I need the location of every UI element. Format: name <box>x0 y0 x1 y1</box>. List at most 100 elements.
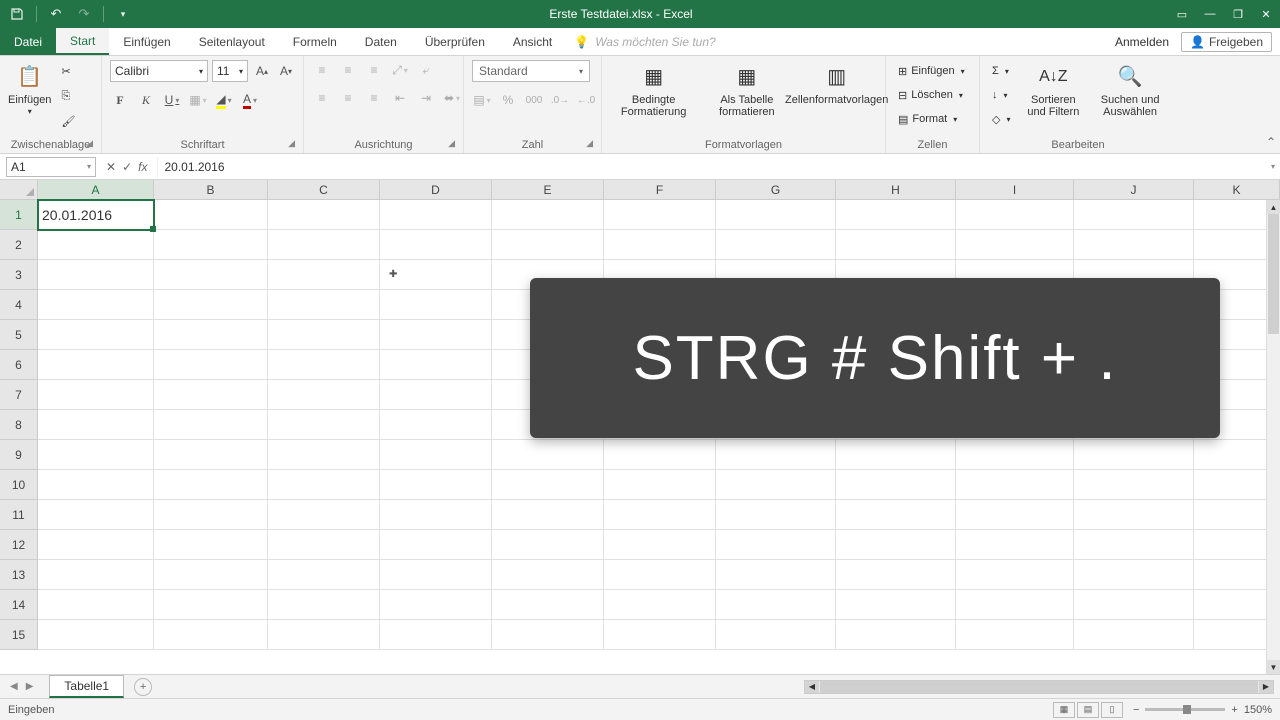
cell[interactable] <box>956 440 1074 470</box>
cell[interactable] <box>1074 230 1194 260</box>
column-header[interactable]: H <box>836 180 956 199</box>
autosum-button[interactable]: Σ▾ <box>988 60 1014 82</box>
add-sheet-button[interactable]: + <box>134 678 152 696</box>
cell[interactable] <box>154 440 268 470</box>
cell[interactable] <box>38 380 154 410</box>
cell[interactable] <box>836 230 956 260</box>
align-left-icon[interactable]: ≡ <box>312 88 332 108</box>
redo-icon[interactable]: ↷ <box>73 3 95 25</box>
cell[interactable] <box>716 500 836 530</box>
border-button[interactable]: ▦ <box>188 90 208 110</box>
expand-formula-bar-icon[interactable]: ▾ <box>1266 162 1280 171</box>
cell[interactable] <box>956 500 1074 530</box>
launcher-icon[interactable]: ◢ <box>448 138 455 149</box>
cell[interactable] <box>380 470 492 500</box>
column-header[interactable]: G <box>716 180 836 199</box>
tab-layout[interactable]: Seitenlayout <box>185 28 279 55</box>
cell[interactable] <box>154 350 268 380</box>
collapse-ribbon-icon[interactable]: ⌃ <box>1266 135 1276 149</box>
cell[interactable] <box>492 590 604 620</box>
cell[interactable] <box>492 440 604 470</box>
cell[interactable] <box>38 230 154 260</box>
maximize-button[interactable]: ❐ <box>1224 0 1252 28</box>
cell[interactable] <box>154 200 268 230</box>
cell[interactable] <box>1074 440 1194 470</box>
cell[interactable] <box>268 500 380 530</box>
cell[interactable] <box>38 620 154 650</box>
sheet-nav-prev-icon[interactable]: ◀ <box>10 681 18 692</box>
cell[interactable]: 20.01.2016 <box>38 200 154 230</box>
wrap-text-icon[interactable]: ⤶ <box>416 60 436 80</box>
formula-input[interactable]: 20.01.2016 <box>157 157 1266 177</box>
cell[interactable] <box>380 260 492 290</box>
horizontal-scrollbar[interactable]: ◀ ▶ <box>804 680 1274 694</box>
cell[interactable] <box>956 590 1074 620</box>
row-header[interactable]: 3 <box>0 260 38 290</box>
cell[interactable] <box>268 410 380 440</box>
cell[interactable] <box>380 350 492 380</box>
merge-icon[interactable]: ⬌ <box>442 88 462 108</box>
cell[interactable] <box>604 440 716 470</box>
cell[interactable] <box>492 530 604 560</box>
tellme-input[interactable]: Was möchten Sie tun? <box>595 35 716 49</box>
cell[interactable] <box>956 620 1074 650</box>
tab-start[interactable]: Start <box>56 28 109 55</box>
undo-icon[interactable]: ↶ <box>45 3 67 25</box>
zoom-out-icon[interactable]: − <box>1133 704 1139 716</box>
ribbon-display-options-icon[interactable]: ▭ <box>1168 0 1196 28</box>
row-header[interactable]: 6 <box>0 350 38 380</box>
hscroll-thumb[interactable] <box>820 681 1258 693</box>
cell[interactable] <box>836 590 956 620</box>
cell[interactable] <box>380 380 492 410</box>
percent-format-icon[interactable]: % <box>498 90 518 110</box>
cell[interactable] <box>836 620 956 650</box>
cell[interactable] <box>380 500 492 530</box>
conditional-formatting-button[interactable]: ▦ Bedingte Formatierung <box>610 60 697 118</box>
cell[interactable] <box>716 530 836 560</box>
cell[interactable] <box>1074 620 1194 650</box>
cell[interactable] <box>38 440 154 470</box>
cell[interactable] <box>716 200 836 230</box>
font-color-button[interactable]: A <box>240 90 260 110</box>
signin-link[interactable]: Anmelden <box>1115 35 1177 49</box>
row-header[interactable]: 9 <box>0 440 38 470</box>
tab-review[interactable]: Überprüfen <box>411 28 499 55</box>
cell[interactable] <box>38 500 154 530</box>
row-header[interactable]: 4 <box>0 290 38 320</box>
cell[interactable] <box>380 230 492 260</box>
cell[interactable] <box>154 560 268 590</box>
row-header[interactable]: 2 <box>0 230 38 260</box>
column-header[interactable]: K <box>1194 180 1280 199</box>
cell[interactable] <box>380 560 492 590</box>
cell[interactable] <box>1074 560 1194 590</box>
row-header[interactable]: 1 <box>0 200 38 230</box>
format-as-table-button[interactable]: ▦ Als Tabelle formatieren <box>703 60 790 118</box>
sheet-tab[interactable]: Tabelle1 <box>49 675 124 698</box>
cell[interactable] <box>380 290 492 320</box>
cell[interactable] <box>836 560 956 590</box>
normal-view-icon[interactable]: ▦ <box>1053 702 1075 718</box>
decrease-font-icon[interactable]: A▾ <box>276 61 296 81</box>
cell[interactable] <box>154 590 268 620</box>
cell[interactable] <box>268 530 380 560</box>
minimize-button[interactable]: — <box>1196 0 1224 28</box>
cell[interactable] <box>604 530 716 560</box>
row-header[interactable]: 13 <box>0 560 38 590</box>
cell[interactable] <box>604 230 716 260</box>
row-header[interactable]: 5 <box>0 320 38 350</box>
cell[interactable] <box>268 470 380 500</box>
align-bottom-icon[interactable]: ≡ <box>364 60 384 80</box>
cell[interactable] <box>956 530 1074 560</box>
cell[interactable] <box>492 470 604 500</box>
cell[interactable] <box>604 470 716 500</box>
cell[interactable] <box>492 560 604 590</box>
cell[interactable] <box>604 590 716 620</box>
cell[interactable] <box>1074 500 1194 530</box>
scroll-down-icon[interactable]: ▼ <box>1267 660 1280 674</box>
delete-cells-button[interactable]: ⊟Löschen▾ <box>894 84 969 106</box>
cell[interactable] <box>836 470 956 500</box>
cell[interactable] <box>716 440 836 470</box>
increase-decimal-icon[interactable]: .0→ <box>550 90 570 110</box>
cancel-formula-icon[interactable]: ✕ <box>106 160 116 174</box>
column-header[interactable]: F <box>604 180 716 199</box>
